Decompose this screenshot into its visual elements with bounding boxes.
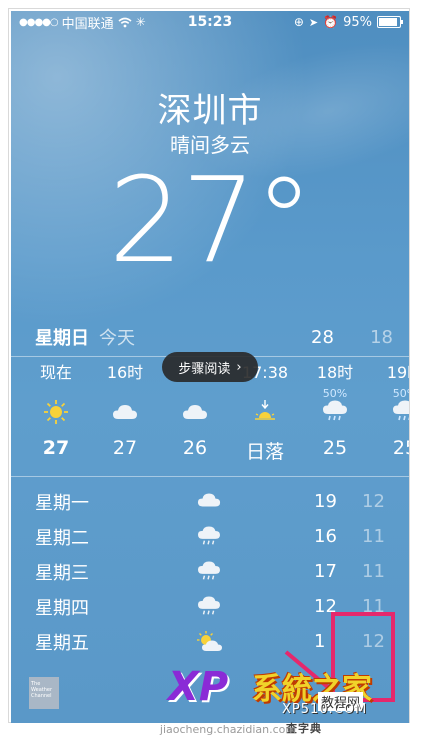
hour-label: 现在 xyxy=(39,363,72,382)
cloud-icon xyxy=(160,399,230,425)
forecast-low: 11 xyxy=(362,561,385,582)
forecast-row: 星期三 17 11 xyxy=(11,554,409,589)
location-icon: ➤ xyxy=(308,15,319,29)
forecast-day: 星期二 xyxy=(35,527,89,549)
sunset-icon xyxy=(230,399,300,425)
forecast-high: 16 xyxy=(314,526,337,547)
hour-item: 现在 27 xyxy=(21,361,91,459)
alarm-icon: ⏰ xyxy=(323,15,339,29)
status-bar: ●●●●○ 中国联通 ✳ 15:23 ⊕ ➤ ⏰ 95% xyxy=(11,11,409,33)
hour-precip xyxy=(230,387,300,399)
hour-temp: 26 xyxy=(182,437,208,459)
partly-sunny-icon xyxy=(197,631,223,658)
carrier-name: 中国联通 xyxy=(61,16,114,32)
rain-cloud-icon xyxy=(300,399,370,425)
today-high: 28 xyxy=(311,326,334,348)
rain-cloud-icon xyxy=(197,526,221,553)
watermark-site: XP510.COM xyxy=(282,702,368,717)
forecast-day: 星期四 xyxy=(35,597,89,619)
forecast-row: 星期二 16 11 xyxy=(11,519,409,554)
chevron-right-icon: › xyxy=(236,359,242,375)
hour-label: 18时 xyxy=(316,363,354,382)
activity-icon: ✳ xyxy=(135,15,146,29)
hour-temp: 25 xyxy=(322,437,348,459)
watermark-url: jiaocheng.chazidian.com xyxy=(159,723,297,736)
forecast-day: 星期一 xyxy=(35,492,89,514)
hour-label: 16时 xyxy=(106,363,144,382)
forecast-low: 12 xyxy=(362,491,385,512)
rain-cloud-icon xyxy=(370,399,409,425)
watermark-xp: XP xyxy=(168,664,229,710)
hour-precip xyxy=(21,387,91,399)
battery-percent: 95% xyxy=(343,14,372,30)
current-temperature: 27° xyxy=(108,151,313,289)
hour-label: 19时 xyxy=(386,363,409,382)
city-name: 深圳市 xyxy=(157,91,263,131)
forecast-day: 星期五 xyxy=(35,632,89,654)
rain-cloud-icon xyxy=(197,561,221,588)
signal-strength-icon: ●●●●○ xyxy=(19,16,59,28)
hour-temp: 27 xyxy=(112,437,138,459)
site-watermark: XP 系統之家 教程网 XP510.COM 查字典 xyxy=(168,658,408,735)
cloud-icon xyxy=(197,491,221,514)
divider-bottom xyxy=(11,476,409,477)
hour-item: 16时 27 xyxy=(90,361,160,459)
today-label: 今天 xyxy=(99,328,135,349)
today-low: 18 xyxy=(370,326,393,348)
forecast-row: 星期一 19 12 xyxy=(11,484,409,519)
step-reading-popup[interactable]: 步骤阅读 › xyxy=(162,352,258,382)
forecast-day: 星期三 xyxy=(35,562,89,584)
forecast-high: 17 xyxy=(314,561,337,582)
status-time: 15:23 xyxy=(187,14,233,30)
hour-temp: 27 xyxy=(42,437,70,459)
today-summary-row: 星期日 今天 28 18 xyxy=(11,318,409,356)
wifi-icon xyxy=(118,17,132,27)
hour-item: 19时 50% 25 xyxy=(370,361,409,459)
hour-precip xyxy=(160,387,230,399)
sun-icon xyxy=(21,399,91,425)
forecast-high: 19 xyxy=(314,491,337,512)
cloud-icon xyxy=(90,399,160,425)
hour-item: 18时 50% 25 xyxy=(300,361,370,459)
hour-precip: 50% xyxy=(392,387,409,400)
hour-temp: 25 xyxy=(392,437,409,459)
forecast-high: 1 xyxy=(314,631,326,652)
hour-precip: 50% xyxy=(322,387,348,400)
battery-icon xyxy=(377,16,403,28)
rain-cloud-icon xyxy=(197,596,221,623)
forecast-low: 11 xyxy=(362,526,385,547)
hour-temp: 日落 xyxy=(245,441,284,463)
hour-precip xyxy=(90,387,160,399)
step-reading-label: 步骤阅读 xyxy=(178,361,231,377)
weather-channel-logo[interactable]: The Weather Channel xyxy=(29,677,59,709)
today-day: 星期日 xyxy=(35,328,89,349)
rotation-lock-icon: ⊕ xyxy=(293,15,304,29)
